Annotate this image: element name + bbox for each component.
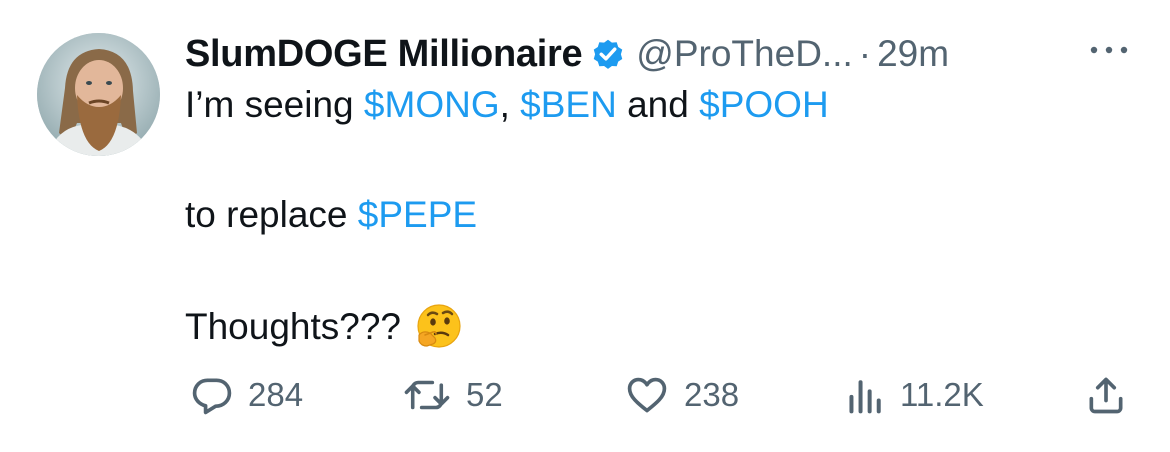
tweet-text-line-2: to replace $PEPE xyxy=(185,194,477,236)
verified-badge-icon xyxy=(590,36,626,72)
reply-button[interactable]: 284 xyxy=(190,370,303,420)
author-handle[interactable]: @ProTheD... xyxy=(636,33,852,75)
cashtag-link[interactable]: $PEPE xyxy=(358,194,477,235)
views-button[interactable]: 11.2K xyxy=(846,370,984,420)
text-segment: to replace xyxy=(185,194,358,235)
action-bar: 284 52 238 11.2K xyxy=(0,370,1170,420)
retweet-button[interactable]: 52 xyxy=(402,370,503,420)
cashtag-link[interactable]: $BEN xyxy=(520,84,617,125)
tweet-header: SlumDOGE Millionaire @ProTheD... · 29m xyxy=(185,26,949,82)
text-segment: , xyxy=(499,84,521,125)
text-segment: I’m seeing xyxy=(185,84,364,125)
reply-count: 284 xyxy=(248,376,304,413)
tweet-text-line-3: Thoughts??? xyxy=(185,302,463,352)
thinking-face-emoji xyxy=(413,302,463,352)
retweet-icon xyxy=(402,373,452,417)
timestamp[interactable]: 29m xyxy=(877,33,949,75)
author-name[interactable]: SlumDOGE Millionaire xyxy=(185,33,583,76)
views-icon xyxy=(846,373,886,417)
text-segment: and xyxy=(616,84,700,125)
heart-icon xyxy=(624,373,670,417)
avatar[interactable] xyxy=(37,33,160,156)
retweet-count: 52 xyxy=(466,376,503,413)
separator-dot: · xyxy=(858,33,872,74)
share-button[interactable] xyxy=(1084,370,1128,420)
like-button[interactable]: 238 xyxy=(624,370,739,420)
tweet[interactable]: SlumDOGE Millionaire @ProTheD... · 29m I… xyxy=(0,0,1170,452)
more-options-icon[interactable] xyxy=(1086,40,1132,60)
share-icon xyxy=(1084,373,1128,417)
text-segment: Thoughts??? xyxy=(185,306,402,347)
tweet-text-line-1: I’m seeing $MONG, $BEN and $POOH xyxy=(185,84,829,126)
view-count: 11.2K xyxy=(900,376,984,413)
like-count: 238 xyxy=(684,376,740,413)
reply-icon xyxy=(190,373,234,417)
cashtag-link[interactable]: $MONG xyxy=(364,84,500,125)
cashtag-link[interactable]: $POOH xyxy=(699,84,829,125)
